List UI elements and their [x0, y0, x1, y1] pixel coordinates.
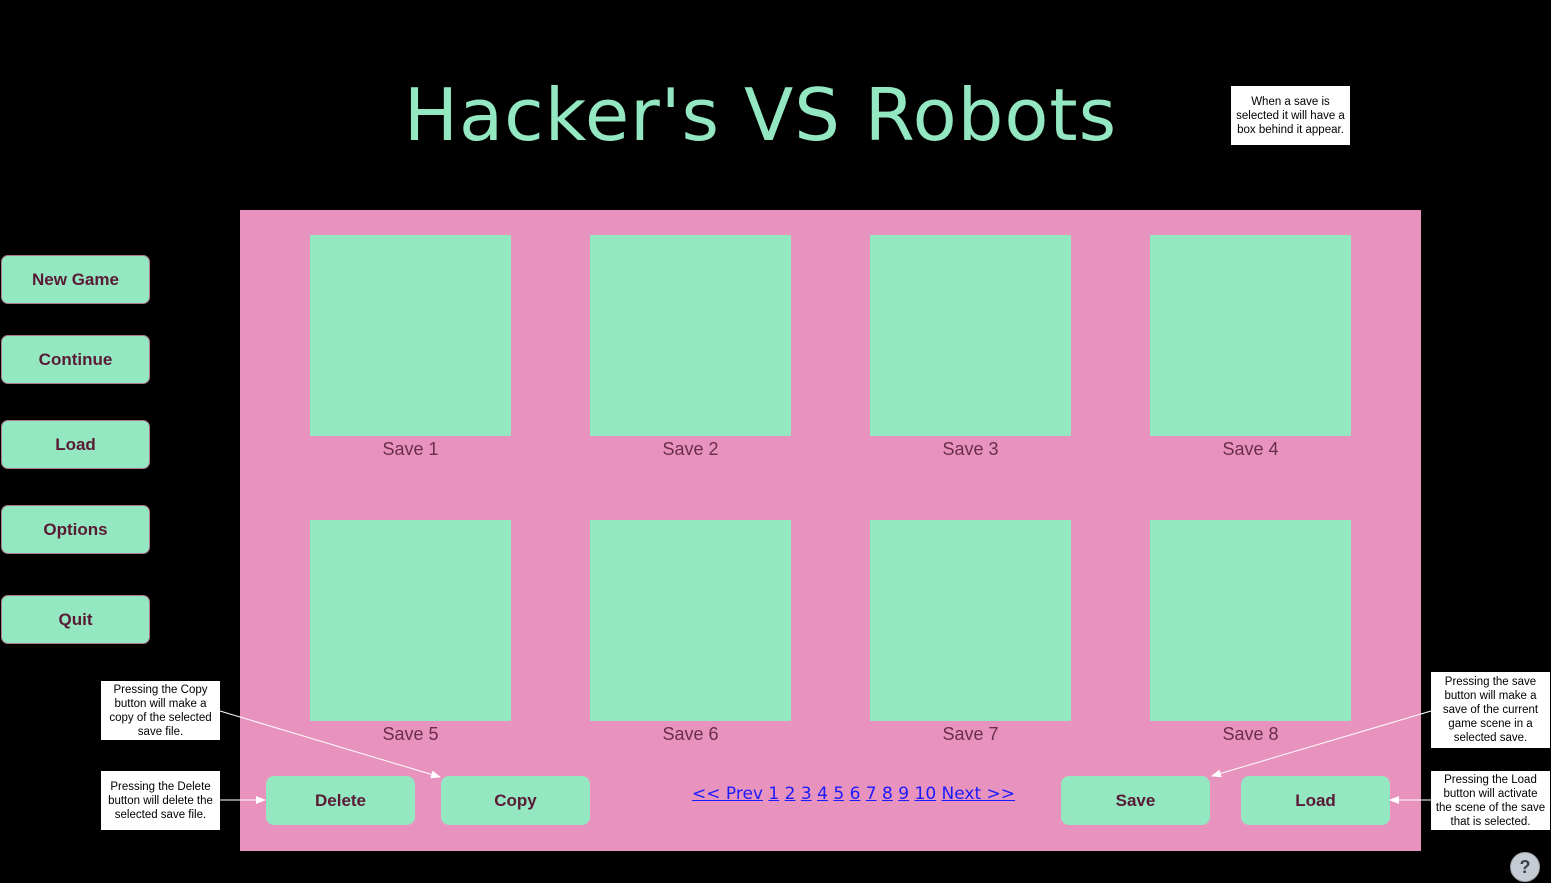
save-slot-thumbnail[interactable] — [310, 520, 511, 721]
note-copy: Pressing the Copy button will make a cop… — [101, 681, 220, 740]
save-slot-label: Save 6 — [662, 724, 719, 744]
save-slot-label: Save 4 — [1222, 439, 1279, 459]
save-slot[interactable]: Save 8 — [1150, 520, 1351, 747]
help-icon[interactable]: ? — [1510, 852, 1540, 882]
save-slot[interactable]: Save 7 — [870, 520, 1071, 747]
options-button[interactable]: Options — [1, 505, 150, 554]
save-slot-thumbnail[interactable] — [1150, 235, 1351, 436]
load-button[interactable]: Load — [1241, 776, 1390, 825]
note-selected-save: When a save is selected it will have a b… — [1231, 86, 1350, 145]
save-slot-thumbnail[interactable] — [310, 235, 511, 436]
pagination-page-link[interactable]: 2 — [785, 784, 796, 804]
pagination-page-link[interactable]: 3 — [801, 784, 812, 804]
save-slot[interactable]: Save 1 — [310, 235, 511, 462]
save-slot-label: Save 3 — [942, 439, 999, 459]
pagination: << Prev 1 2 3 4 5 6 7 8 9 10 Next >> — [692, 784, 1015, 808]
save-slot-thumbnail[interactable] — [870, 235, 1071, 436]
pagination-page-link[interactable]: 5 — [833, 784, 844, 804]
note-save: Pressing the save button will make a sav… — [1431, 672, 1550, 748]
pagination-next-link[interactable]: Next >> — [942, 784, 1016, 804]
save-slot-thumbnail[interactable] — [590, 235, 791, 436]
save-slot-label: Save 2 — [662, 439, 719, 459]
load-menu-button[interactable]: Load — [1, 420, 150, 469]
save-slot[interactable]: Save 2 — [590, 235, 791, 462]
save-slot[interactable]: Save 6 — [590, 520, 791, 747]
pagination-page-link[interactable]: 6 — [850, 784, 861, 804]
pagination-page-link[interactable]: 4 — [817, 784, 828, 804]
copy-button[interactable]: Copy — [441, 776, 590, 825]
save-slot-label: Save 7 — [942, 724, 999, 744]
pagination-prev-link[interactable]: << Prev — [692, 784, 763, 804]
note-load: Pressing the Load button will activate t… — [1431, 771, 1550, 830]
save-slot[interactable]: Save 3 — [870, 235, 1071, 462]
save-slot[interactable]: Save 4 — [1150, 235, 1351, 462]
save-slot-label: Save 8 — [1222, 724, 1279, 744]
save-slot-thumbnail[interactable] — [590, 520, 791, 721]
save-slot[interactable]: Save 5 — [310, 520, 511, 747]
pagination-page-link[interactable]: 10 — [915, 784, 937, 804]
note-delete: Pressing the Delete button will delete t… — [101, 771, 220, 830]
save-slot-label: Save 5 — [382, 724, 439, 744]
delete-button[interactable]: Delete — [266, 776, 415, 825]
pagination-page-link[interactable]: 8 — [882, 784, 893, 804]
pagination-page-link[interactable]: 7 — [866, 784, 877, 804]
continue-button[interactable]: Continue — [1, 335, 150, 384]
save-slot-thumbnail[interactable] — [1150, 520, 1351, 721]
new-game-button[interactable]: New Game — [1, 255, 150, 304]
save-button[interactable]: Save — [1061, 776, 1210, 825]
quit-button[interactable]: Quit — [1, 595, 150, 644]
save-slot-label: Save 1 — [382, 439, 439, 459]
pagination-page-link[interactable]: 1 — [768, 784, 779, 804]
save-slot-thumbnail[interactable] — [870, 520, 1071, 721]
pagination-page-link[interactable]: 9 — [898, 784, 909, 804]
